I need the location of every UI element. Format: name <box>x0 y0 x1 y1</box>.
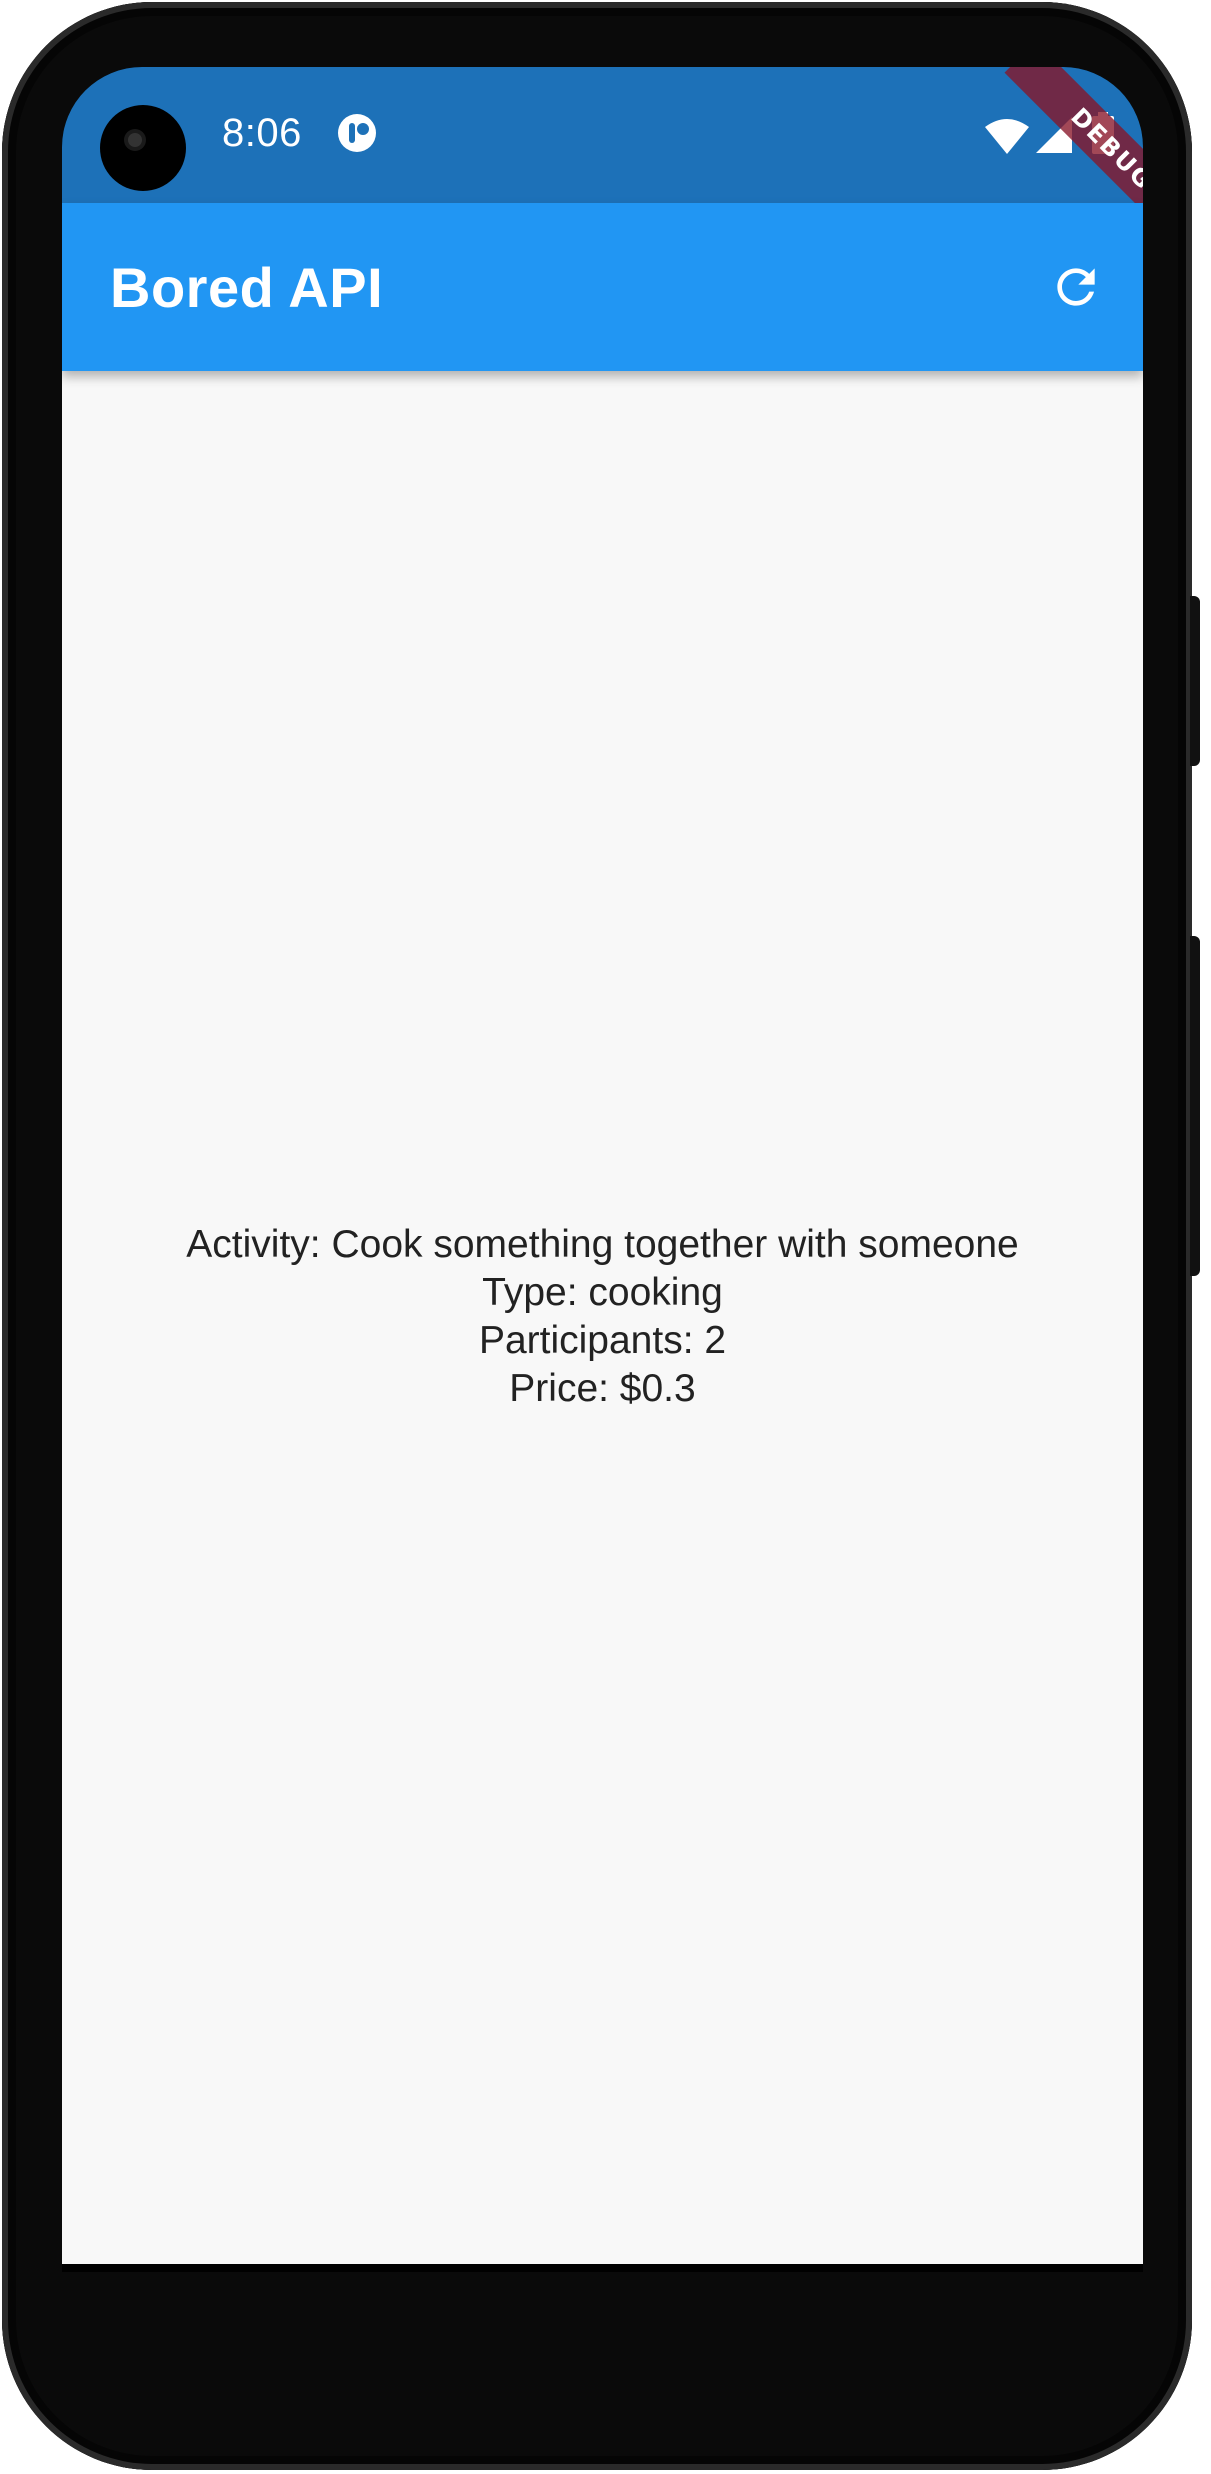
refresh-button[interactable] <box>1034 245 1118 329</box>
phone-frame: 8:06 DEBUG Bored API Activity: Cook some… <box>2 2 1200 2470</box>
notification-app-icon <box>338 114 376 152</box>
camera-lens <box>128 133 142 147</box>
front-camera <box>100 105 186 191</box>
status-time: 8:06 <box>222 111 302 155</box>
app-title: Bored API <box>110 256 384 319</box>
type-line: Type: cooking <box>482 1271 723 1314</box>
activity-line: Activity: Cook something together with s… <box>186 1223 1019 1266</box>
status-bar: 8:06 DEBUG <box>62 67 1143 257</box>
price-line: Price: $0.3 <box>509 1367 696 1410</box>
power-button <box>1190 596 1200 766</box>
wifi-icon <box>985 119 1029 154</box>
volume-button <box>1190 936 1200 1276</box>
phone-screen: 8:06 DEBUG Bored API Activity: Cook some… <box>62 67 1143 2272</box>
refresh-icon <box>1057 268 1095 306</box>
activity-details: Activity: Cook something together with s… <box>62 1221 1143 1413</box>
main-content: Activity: Cook something together with s… <box>62 371 1143 2264</box>
participants-line: Participants: 2 <box>478 1319 727 1362</box>
navigation-bar <box>62 2264 1143 2272</box>
app-bar: Bored API <box>62 203 1143 371</box>
